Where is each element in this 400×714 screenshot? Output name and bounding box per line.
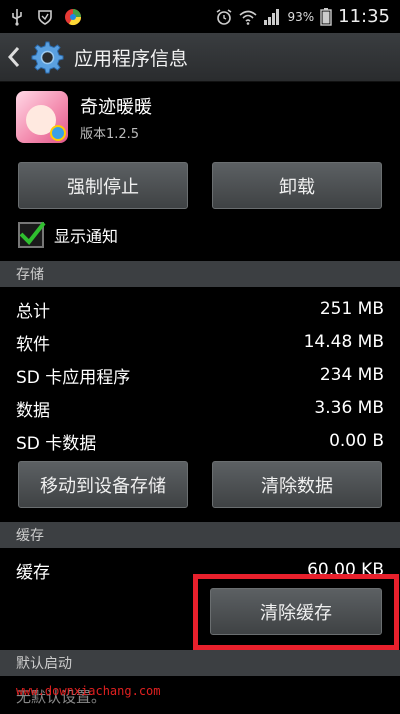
- shield-icon: [38, 9, 52, 25]
- highlight-annotation: [193, 574, 399, 650]
- storage-label: 数据: [16, 400, 50, 421]
- show-notifications-label: 显示通知: [54, 227, 119, 246]
- storage-value: 3.36 MB: [314, 398, 384, 418]
- uninstall-button[interactable]: 卸载: [212, 162, 382, 209]
- alarm-icon: [217, 8, 232, 25]
- battery-percent: 93%: [287, 9, 315, 24]
- storage-row-sd-app: SD 卡应用程序 234 MB: [16, 360, 384, 390]
- storage-row-total: 总计 251 MB: [16, 294, 384, 324]
- storage-label: SD 卡数据: [16, 433, 97, 454]
- wifi-icon: [239, 10, 257, 25]
- storage-label: 软件: [16, 334, 50, 355]
- signal-icon: [264, 8, 280, 25]
- cache-label: 缓存: [16, 562, 50, 583]
- storage-value: 234 MB: [319, 365, 384, 385]
- action-bar: 应用程序信息: [0, 33, 400, 82]
- storage-row-data: 数据 3.36 MB: [16, 393, 384, 423]
- browser-icon: [65, 8, 82, 25]
- move-to-device-storage-button[interactable]: 移动到设备存储: [18, 461, 188, 508]
- storage-value: 0.00 B: [329, 431, 384, 451]
- back-chevron-icon[interactable]: [6, 45, 22, 69]
- watermark: www.downxiachang.com: [16, 684, 161, 698]
- page-title: 应用程序信息: [74, 47, 189, 70]
- storage-row-sd-data: SD 卡数据 0.00 B: [16, 426, 384, 456]
- clear-data-button[interactable]: 清除数据: [212, 461, 382, 508]
- storage-value: 14.48 MB: [303, 332, 384, 352]
- show-notifications-row[interactable]: 显示通知: [18, 219, 118, 251]
- usb-icon: [12, 8, 22, 26]
- status-bar: 93% 11:35: [0, 0, 400, 33]
- app-icon: [16, 91, 68, 143]
- clock: 11:35: [338, 6, 390, 27]
- default-launch-section-header: 默认启动: [0, 650, 400, 676]
- storage-label: 总计: [16, 301, 50, 322]
- force-stop-button[interactable]: 强制停止: [18, 162, 188, 209]
- battery-icon: [320, 7, 332, 26]
- cache-section-header: 缓存: [0, 522, 400, 548]
- app-header: 奇迹暖暖 版本1.2.5: [0, 81, 400, 153]
- storage-value: 251 MB: [319, 299, 384, 319]
- gear-icon: [31, 41, 64, 74]
- checkmark-icon: [19, 221, 46, 246]
- show-notifications-checkbox[interactable]: [18, 221, 46, 248]
- storage-section-header: 存储: [0, 261, 400, 287]
- storage-label: SD 卡应用程序: [16, 367, 131, 388]
- app-version: 版本1.2.5: [80, 126, 140, 142]
- app-name: 奇迹暖暖: [80, 96, 152, 118]
- storage-row-software: 软件 14.48 MB: [16, 327, 384, 357]
